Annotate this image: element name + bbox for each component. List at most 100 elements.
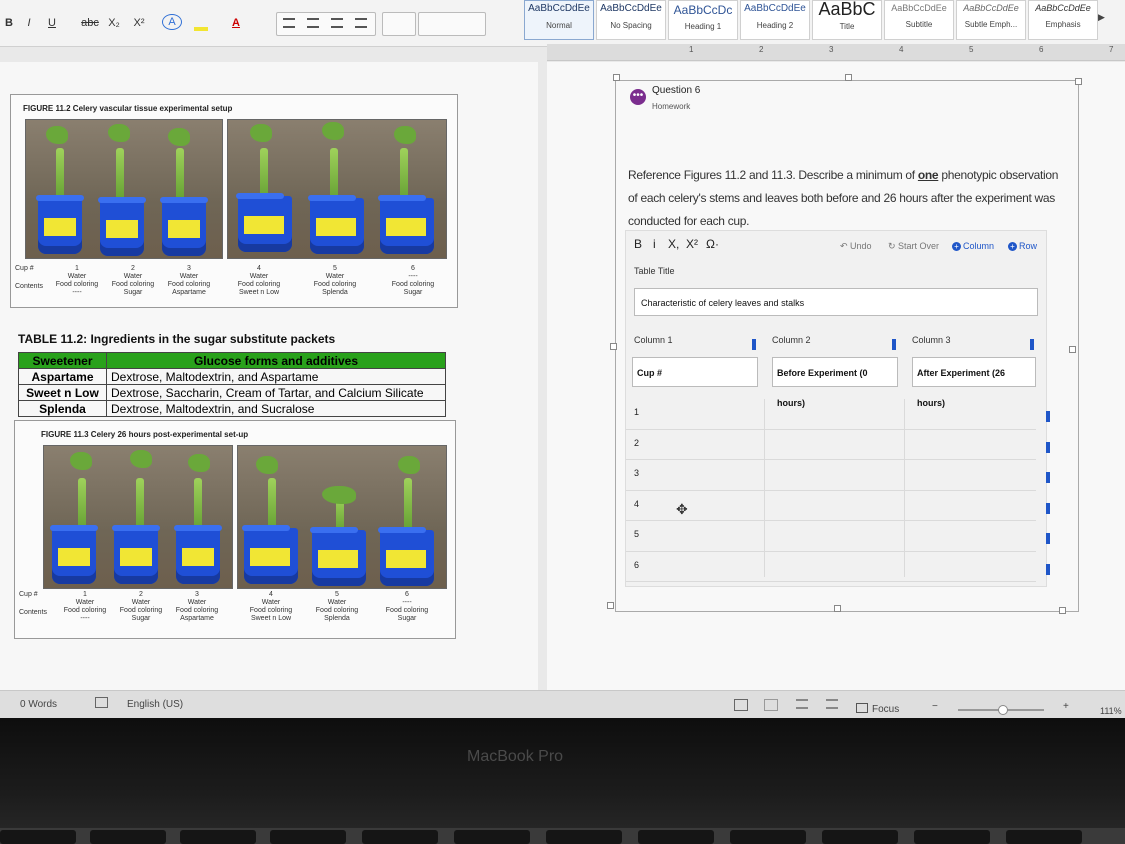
resize-handle[interactable] <box>607 602 614 609</box>
strikethrough-button[interactable]: abc <box>80 14 100 32</box>
table-row[interactable]: 6 <box>626 552 1050 582</box>
delete-row-icon[interactable] <box>1046 411 1050 422</box>
cup-contents-row-2: Cup # Contents 1 Water Food coloring ---- 2… <box>19 591 451 631</box>
zoom-in-button[interactable]: + <box>1063 701 1069 712</box>
focus-button[interactable]: Focus <box>856 703 899 715</box>
draft-icon[interactable] <box>826 699 838 709</box>
styles-scroll-arrow-icon[interactable]: ▶ <box>1098 12 1105 23</box>
cup-column: 6 ---- Food coloring Sugar <box>391 265 435 296</box>
subscript-button[interactable]: X₂ <box>105 14 123 32</box>
delete-row-icon[interactable] <box>1046 441 1050 453</box>
column-3-label: Column 3 <box>912 335 951 345</box>
contents-header: Contents <box>15 283 44 290</box>
style-subtitle[interactable]: AaBbCcDdEe Subtitle <box>884 0 954 40</box>
bold-button[interactable]: B <box>2 14 16 32</box>
table-row[interactable]: 2 <box>626 430 1050 460</box>
resize-handle[interactable] <box>1069 346 1076 353</box>
style-emphasis[interactable]: AaBbCcDdEe Emphasis <box>1028 0 1098 40</box>
column-3-header-input[interactable]: After Experiment (26 hours) <box>912 357 1036 408</box>
cup-column: 1 Water Food coloring ---- <box>55 265 99 296</box>
undo-icon: ↶ <box>840 241 851 251</box>
justify-icon[interactable] <box>355 18 367 28</box>
contents-header: Contents <box>19 609 48 616</box>
web-layout-icon[interactable] <box>764 699 778 711</box>
ruler-number: 7 <box>1109 45 1114 54</box>
editor-italic-button[interactable]: i <box>653 237 656 251</box>
keyboard-key <box>914 830 990 844</box>
undo-button[interactable]: ↶ Undo <box>840 241 872 252</box>
delete-row-icon[interactable] <box>1046 472 1050 483</box>
delete-row-icon[interactable] <box>1046 533 1050 544</box>
align-left-icon[interactable] <box>283 18 295 28</box>
underline-button[interactable]: U <box>44 14 60 32</box>
keyboard-key <box>0 830 76 844</box>
print-layout-icon[interactable] <box>734 699 748 711</box>
keyboard-key <box>270 830 346 844</box>
resize-handle[interactable] <box>1075 78 1082 85</box>
laptop-bezel: MacBook Pro <box>0 718 1125 844</box>
zoom-out-button[interactable]: − <box>932 701 938 712</box>
resize-handle[interactable] <box>834 605 841 612</box>
table-row[interactable]: 1 <box>626 399 1050 430</box>
align-right-icon[interactable] <box>331 18 343 28</box>
ruler-number: 6 <box>1039 45 1044 54</box>
cup-header: Cup # <box>19 591 38 598</box>
column-2-label: Column 2 <box>772 335 811 345</box>
language-indicator[interactable]: English (US) <box>127 699 183 710</box>
resize-handle[interactable] <box>845 74 852 81</box>
table-row[interactable]: 5 <box>626 521 1050 552</box>
add-column-button[interactable]: + Column <box>952 241 994 252</box>
celery-photo-after-2 <box>237 445 447 589</box>
editor-bold-button[interactable]: B <box>634 237 642 251</box>
style-normal[interactable]: AaBbCcDdEe Normal <box>524 0 594 40</box>
zoom-level[interactable]: 111% <box>1100 706 1122 716</box>
highlight-icon[interactable] <box>190 14 212 32</box>
add-row-button[interactable]: + Row <box>1008 241 1037 252</box>
style-heading-2[interactable]: AaBbCcDdEe Heading 2 <box>740 0 810 40</box>
column-1-label: Column 1 <box>634 335 673 345</box>
cup-column: 2 Water Food coloring Sugar <box>119 591 163 622</box>
italic-button[interactable]: I <box>22 14 36 32</box>
keyboard-key <box>362 830 438 844</box>
question-subtitle: Homework <box>652 102 691 111</box>
cup-header: Cup # <box>15 265 34 272</box>
resize-handle[interactable] <box>1059 607 1066 614</box>
column-2-header-input[interactable]: Before Experiment (0 hours) <box>772 357 898 408</box>
align-center-icon[interactable] <box>307 18 319 28</box>
resize-handle[interactable] <box>613 74 620 81</box>
cup-column: 1 Water Food coloring ---- <box>63 591 107 622</box>
table-title-label: Table Title <box>634 266 675 276</box>
style-heading-1[interactable]: AaBbCcDc Heading 1 <box>668 0 738 40</box>
resize-handle[interactable] <box>610 343 617 350</box>
editor-superscript-button[interactable]: X² <box>686 237 698 251</box>
ruler-number: 3 <box>829 45 834 54</box>
ruler-number: 4 <box>899 45 904 54</box>
column-1-header-input[interactable]: Cup # <box>632 357 758 387</box>
line-spacing-icon[interactable] <box>382 12 416 36</box>
start-over-button[interactable]: ↻ Start Over <box>888 241 939 252</box>
zoom-slider-thumb[interactable] <box>998 705 1008 715</box>
delete-column-3-icon[interactable] <box>1030 339 1034 350</box>
delete-row-icon[interactable] <box>1046 563 1050 575</box>
horizontal-ruler[interactable]: 1 2 3 4 5 6 7 <box>547 44 1125 61</box>
outline-icon[interactable] <box>796 699 808 709</box>
celery-photo-after-1 <box>43 445 233 589</box>
text-effects-button[interactable]: A <box>162 14 182 30</box>
style-title[interactable]: AaBbC Title <box>812 0 882 40</box>
editor-subscript-button[interactable]: X, <box>668 237 679 251</box>
superscript-button[interactable]: X² <box>130 14 148 32</box>
style-subtle-emphasis[interactable]: AaBbCcDdEe Subtle Emph... <box>956 0 1026 40</box>
style-no-spacing[interactable]: AaBbCcDdEe No Spacing <box>596 0 666 40</box>
cup-column: 5 Water Food coloring Splenda <box>313 265 357 296</box>
shading-icon[interactable] <box>418 12 486 36</box>
table-row[interactable]: 3 <box>626 460 1050 491</box>
proofing-icon[interactable] <box>95 697 108 708</box>
table-title-input[interactable]: Characteristic of celery leaves and stal… <box>634 288 1038 316</box>
font-color-button[interactable]: A <box>226 14 246 32</box>
delete-row-icon[interactable] <box>1046 502 1050 514</box>
delete-column-1-icon[interactable] <box>752 339 756 350</box>
word-count[interactable]: 0 Words <box>20 699 57 710</box>
editor-special-chars-button[interactable]: Ω· <box>706 237 719 251</box>
delete-column-2-icon[interactable] <box>892 339 896 350</box>
cup-column: 5 Water Food coloring Splenda <box>315 591 359 622</box>
